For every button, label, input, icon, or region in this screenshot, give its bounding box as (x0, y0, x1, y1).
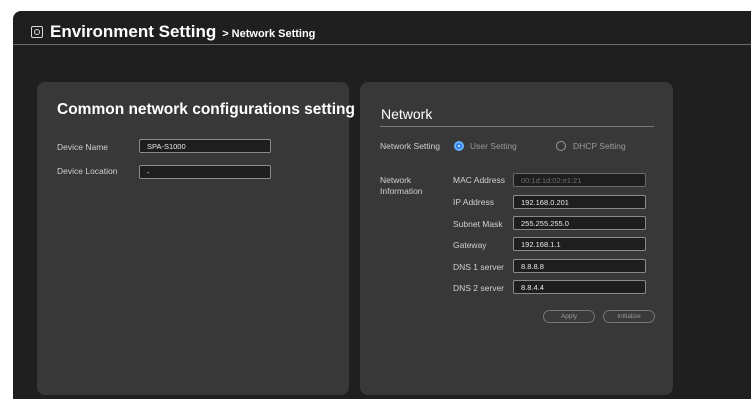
header: Environment Setting > Network Setting (13, 11, 751, 45)
subnet-mask-input[interactable]: 255.255.255.0 (513, 216, 646, 230)
device-name-input[interactable]: SPA-S1000 (139, 139, 271, 153)
ip-address-label: IP Address (453, 197, 494, 207)
dns2-server-label: DNS 2 server (453, 283, 505, 293)
dns2-server-input[interactable]: 8.8.4.4 (513, 280, 646, 294)
gateway-input[interactable]: 192.168.1.1 (513, 237, 646, 251)
mac-address-label: MAC Address (453, 175, 505, 185)
ip-address-input[interactable]: 192.168.0.201 (513, 195, 646, 209)
network-title: Network (381, 106, 433, 122)
network-panel: Network Network Setting User Setting DHC… (360, 82, 673, 395)
subnet-mask-label: Subnet Mask (453, 219, 503, 229)
breadcrumb: Network Setting (231, 28, 316, 40)
device-location-input[interactable]: - (139, 165, 271, 179)
gateway-label: Gateway (453, 240, 487, 250)
page-title: Environment Setting > Network Setting (50, 22, 315, 42)
common-config-title: Common network configurations setting (57, 101, 355, 118)
dhcp-setting-label[interactable]: DHCP Setting (573, 141, 626, 151)
dns1-server-label: DNS 1 server (453, 262, 505, 272)
dns1-server-input[interactable]: 8.8.8.8 (513, 259, 646, 273)
environment-setting-window: Environment Setting > Network Setting Comm… (13, 11, 751, 399)
network-information-label-line2: Information (380, 186, 423, 196)
initialize-button[interactable]: Initialize (603, 310, 655, 323)
user-setting-radio[interactable] (454, 141, 464, 151)
mac-address-field: 00:1d:1d:02:e1:21 (513, 173, 646, 187)
page-title-text: Environment Setting (50, 22, 217, 41)
device-location-label: Device Location (57, 166, 118, 176)
dhcp-setting-radio[interactable] (556, 141, 566, 151)
settings-icon (31, 26, 43, 38)
device-name-label: Device Name (57, 142, 109, 152)
network-information-label-line1: Network (380, 175, 412, 185)
user-setting-label[interactable]: User Setting (470, 141, 517, 151)
network-setting-label: Network Setting (380, 141, 440, 151)
breadcrumb-separator: > (222, 28, 229, 40)
common-config-panel: Common network configurations setting De… (37, 82, 355, 395)
apply-button[interactable]: Apply (543, 310, 595, 323)
network-title-divider (380, 126, 654, 127)
